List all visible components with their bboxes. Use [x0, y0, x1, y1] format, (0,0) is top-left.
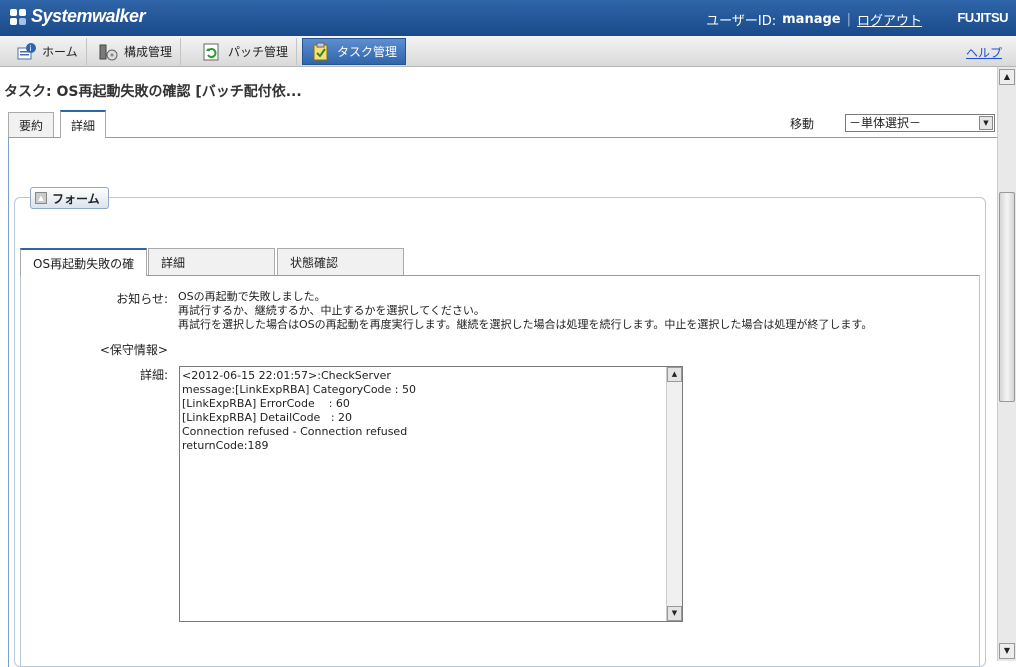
- page-scrollbar[interactable]: ▲ ▼: [997, 67, 1016, 661]
- menu-item-label: ホーム: [42, 45, 78, 59]
- config-icon: [98, 42, 118, 62]
- detail-scrollbar[interactable]: ▲ ▼: [666, 367, 682, 621]
- logo-mark-icon: [8, 7, 28, 27]
- tab-detail[interactable]: 詳細: [60, 110, 107, 138]
- menu-item-label: パッチ管理: [228, 45, 289, 59]
- patch-icon: [202, 42, 222, 62]
- tab-summary[interactable]: 要約: [8, 112, 55, 138]
- move-label: 移動: [790, 117, 815, 131]
- form-button-label: フォーム: [52, 191, 100, 206]
- scroll-up-icon[interactable]: ▲: [999, 69, 1015, 85]
- tab-form-detail[interactable]: 詳細: [148, 248, 275, 276]
- home-icon: i: [16, 42, 36, 62]
- user-id-label: ユーザーID:: [706, 14, 777, 29]
- brand-logo: FUJITSU: [957, 10, 1008, 25]
- tab-label: OS再起動失敗の確: [33, 256, 135, 271]
- help-link[interactable]: ヘルプ: [966, 44, 1002, 61]
- notice-text: OSの再起動で失敗しました。 再試行するか、継続するか、中止するかを選択してくだ…: [178, 290, 872, 332]
- notice-label: お知らせ:: [116, 292, 168, 306]
- scroll-thumb[interactable]: [999, 192, 1015, 402]
- maintenance-label: <保守情報>: [99, 343, 168, 357]
- menu-bar: i ホーム 構成管理 パッチ管理 タスク管理 ヘルプ: [0, 36, 1016, 67]
- svg-text:i: i: [30, 44, 32, 53]
- separator: |: [846, 12, 851, 27]
- page-title: タスク: OS再起動失敗の確認 [バッチ配付依...: [4, 84, 302, 100]
- logout-link[interactable]: ログアウト: [857, 10, 922, 29]
- main-content: タスク: OS再起動失敗の確認 [バッチ配付依... 要約 詳細 移動 －単体選…: [0, 67, 997, 667]
- tab-label: 詳細: [71, 118, 96, 133]
- move-select-value: －単体選択－: [849, 116, 922, 130]
- chevron-down-icon[interactable]: ▼: [979, 116, 993, 130]
- tab-label: 要約: [19, 119, 44, 133]
- scroll-up-icon[interactable]: ▲: [667, 367, 682, 382]
- form-collapse-button[interactable]: ▲ フォーム: [30, 187, 109, 209]
- tab-label: 詳細: [161, 256, 186, 270]
- tab-status[interactable]: 状態確認: [277, 248, 404, 276]
- notice-line: OSの再起動で失敗しました。: [178, 290, 326, 303]
- task-icon: [311, 42, 331, 62]
- user-area: ユーザーID: manage | ログアウト: [706, 10, 922, 29]
- move-select[interactable]: －単体選択－ ▼: [845, 114, 995, 132]
- menu-item-label: 構成管理: [124, 45, 173, 59]
- tab-os-restart[interactable]: OS再起動失敗の確: [20, 248, 148, 276]
- scroll-down-icon[interactable]: ▼: [999, 643, 1015, 659]
- menu-item-config[interactable]: 構成管理: [90, 38, 182, 65]
- menu-item-task[interactable]: タスク管理: [302, 38, 407, 65]
- collapse-up-icon: ▲: [35, 192, 47, 204]
- detail-textarea[interactable]: <2012-06-15 22:01:57>:CheckServer messag…: [179, 366, 683, 622]
- detail-label: 詳細:: [139, 368, 168, 382]
- notice-line: 再試行を選択した場合はOSの再起動を再度実行します。継続を選択した場合は処理を続…: [178, 318, 873, 331]
- tab-label: 状態確認: [290, 256, 339, 270]
- detail-text: <2012-06-15 22:01:57>:CheckServer messag…: [182, 369, 417, 452]
- user-name: manage: [782, 12, 841, 27]
- app-logo: Systemwalker: [8, 6, 146, 27]
- menu-item-label: タスク管理: [337, 45, 398, 59]
- notice-line: 再試行するか、継続するか、中止するかを選択してください。: [178, 304, 485, 317]
- menu-item-home[interactable]: i ホーム: [8, 38, 87, 65]
- menu-item-patch[interactable]: パッチ管理: [194, 38, 298, 65]
- top-bar: Systemwalker ユーザーID: manage | ログアウト FUJI…: [0, 0, 1016, 36]
- scroll-down-icon[interactable]: ▼: [667, 606, 682, 621]
- app-name: Systemwalker: [31, 6, 146, 26]
